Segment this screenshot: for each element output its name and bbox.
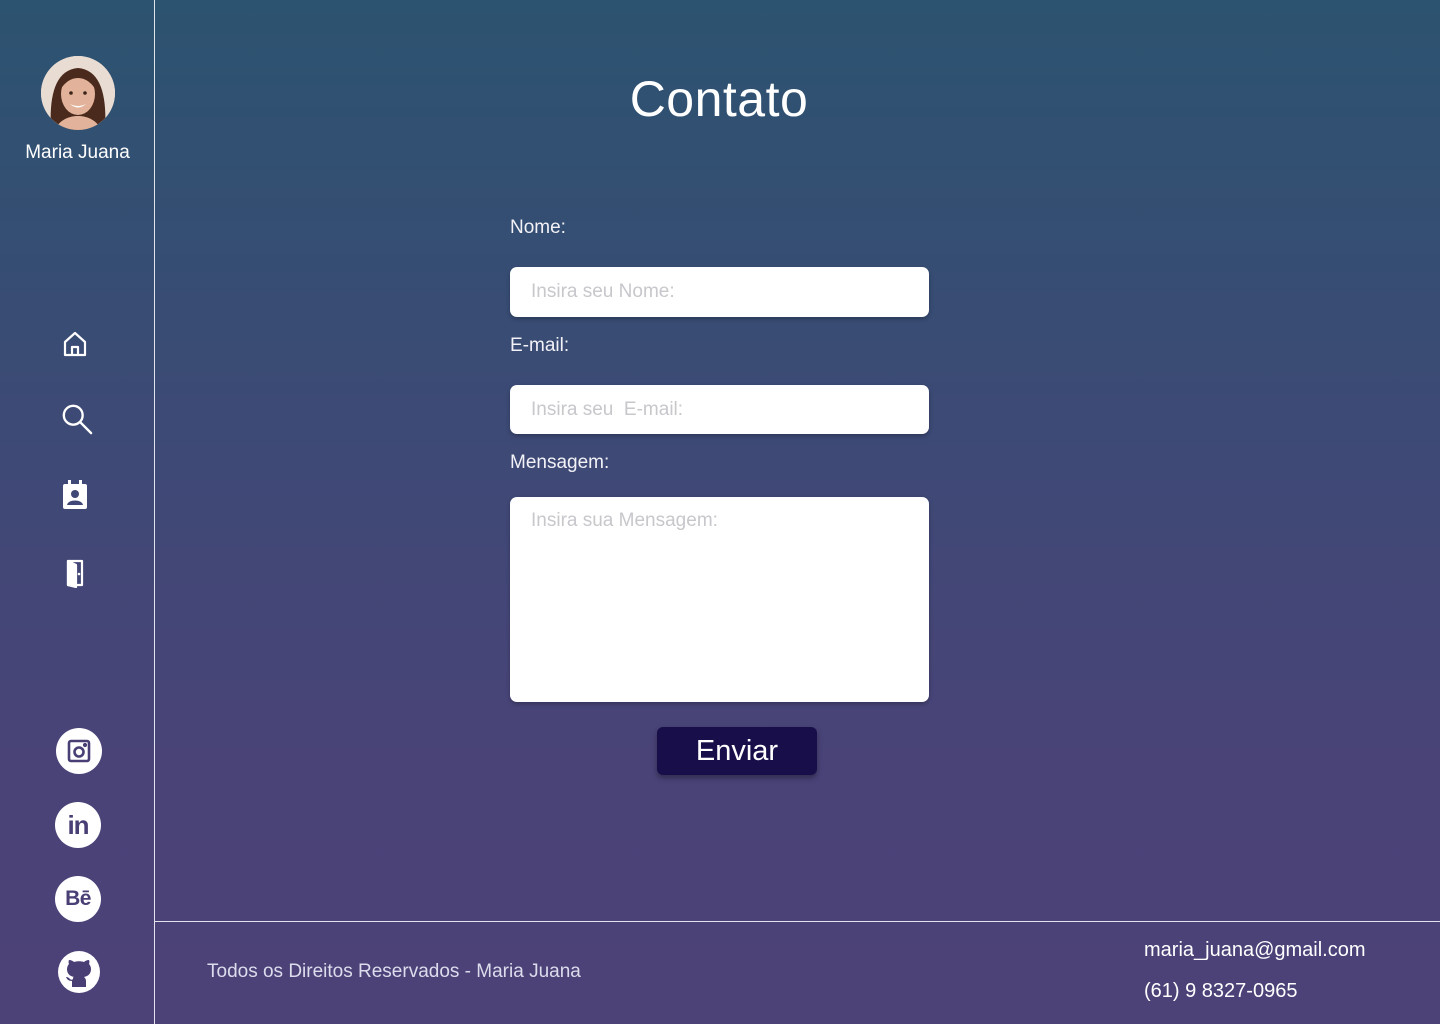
message-textarea[interactable] — [510, 497, 929, 702]
page-title: Contato — [629, 71, 809, 127]
exit-door-icon[interactable] — [59, 557, 91, 589]
footer-copyright: Todos os Direitos Reservados - Maria Jua… — [207, 961, 581, 982]
contact-calendar-icon[interactable] — [59, 479, 91, 511]
submit-button[interactable]: Enviar — [657, 727, 817, 775]
message-label: Mensagem: — [510, 452, 610, 473]
github-icon[interactable] — [56, 949, 102, 995]
behance-icon[interactable]: Bē — [55, 876, 101, 922]
footer-email: maria_juana@gmail.com — [1144, 939, 1366, 961]
search-icon[interactable] — [61, 403, 93, 435]
email-label: E-mail: — [510, 335, 570, 356]
linkedin-icon[interactable]: in — [55, 802, 101, 848]
name-input[interactable] — [510, 267, 929, 317]
sidebar: Maria Juana in Bē — [0, 0, 155, 1024]
linkedin-icon-label: in — [67, 809, 89, 840]
email-input[interactable] — [510, 385, 929, 434]
behance-icon-label: Bē — [65, 887, 91, 910]
home-icon[interactable] — [59, 328, 91, 360]
profile-name: Maria Juana — [25, 142, 130, 163]
instagram-icon[interactable] — [56, 728, 102, 774]
avatar — [41, 56, 115, 130]
footer-phone: (61) 9 8327-0965 — [1144, 980, 1298, 1002]
footer-divider — [155, 921, 1440, 922]
name-label: Nome: — [510, 217, 566, 238]
